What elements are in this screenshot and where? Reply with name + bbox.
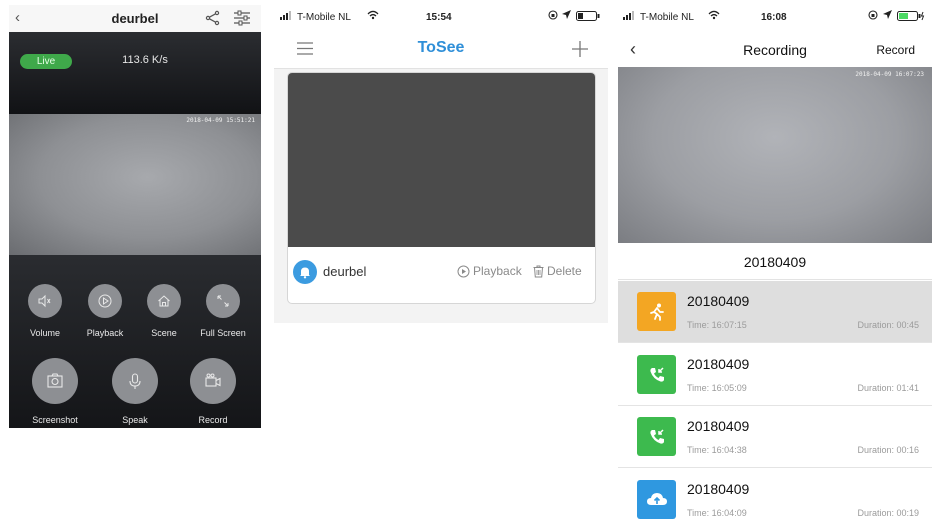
device-title: deurbel: [111, 11, 159, 26]
home-icon: [158, 295, 170, 307]
signal-icon: [623, 11, 637, 23]
screenshot-label: Screenshot: [32, 415, 78, 425]
location-icon: [883, 10, 892, 22]
scene-button[interactable]: [147, 284, 181, 318]
recording-name: 20180409: [687, 293, 750, 309]
device-list-screen: T-Mobile NL 15:54 ToSee deurbel Playback…: [274, 5, 608, 323]
video-timestamp: 2018-04-09 15:51:21: [186, 117, 255, 124]
volume-button[interactable]: [28, 284, 62, 318]
full-screen-button[interactable]: [206, 284, 240, 318]
record-label: Record: [198, 415, 228, 425]
phone-call-icon: [637, 355, 676, 394]
screenshot-button[interactable]: [32, 358, 78, 404]
wifi-icon: [708, 10, 720, 23]
motion-icon: [637, 292, 676, 331]
recording-row[interactable]: 20180409 Time: 16:04:38 Duration: 00:16: [618, 406, 932, 468]
share-icon[interactable]: [205, 10, 221, 31]
add-icon[interactable]: [572, 41, 588, 62]
recording-name: 20180409: [687, 481, 750, 497]
status-bar: T-Mobile NL 15:54: [274, 5, 608, 29]
speak-button[interactable]: [112, 358, 158, 404]
expand-icon: [217, 295, 229, 307]
recording-name: 20180409: [687, 356, 750, 372]
orientation-lock-icon: [868, 10, 878, 23]
clock: 15:54: [426, 12, 452, 23]
clock: 16:08: [761, 12, 787, 23]
recording-name: 20180409: [687, 418, 750, 434]
play-icon: [98, 294, 112, 308]
device-card[interactable]: deurbel Playback Delete: [287, 72, 596, 304]
trash-icon: [533, 265, 544, 277]
live-view-screen: ‹ deurbel Live 113.6 K/s 2018-04-09 15:5…: [9, 5, 261, 428]
bell-icon: [293, 260, 317, 284]
date-header: 20180409: [618, 243, 932, 280]
playback-link-label: Playback: [473, 264, 522, 278]
speaker-icon: [38, 294, 51, 308]
carrier-label: T-Mobile NL: [297, 12, 351, 23]
delete-link-label: Delete: [547, 264, 582, 278]
recording-time: Time: 16:05:09: [687, 383, 747, 393]
playback-button[interactable]: [88, 284, 122, 318]
recording-time: Time: 16:04:38: [687, 445, 747, 455]
video-camera-icon: [205, 373, 221, 387]
recording-duration: Duration: 00:19: [857, 508, 919, 518]
location-icon: [562, 10, 571, 22]
recording-time: Time: 16:04:09: [687, 508, 747, 518]
recording-screen: T-Mobile NL 16:08 ‹ Recording Record 201…: [618, 5, 932, 527]
microphone-icon: [129, 373, 141, 389]
nav-bar: ‹ Recording Record: [618, 29, 932, 69]
nav-bar: ToSee: [274, 29, 608, 69]
battery-charging-icon: [897, 11, 925, 24]
wifi-icon: [367, 10, 379, 23]
settings-sliders-icon[interactable]: [233, 10, 251, 31]
recording-time: Time: 16:07:15: [687, 320, 747, 330]
app-title: ToSee: [417, 39, 465, 56]
device-preview[interactable]: [288, 73, 595, 247]
control-panel: Volume Playback Scene Full Screen Screen…: [9, 255, 261, 428]
recording-duration: Duration: 00:16: [857, 445, 919, 455]
play-circle-icon: [457, 265, 470, 277]
playback-link[interactable]: Playback: [457, 264, 522, 278]
stream-header: Live 113.6 K/s: [9, 32, 261, 114]
battery-icon: [576, 11, 600, 24]
speak-label: Speak: [122, 415, 148, 425]
delete-link[interactable]: Delete: [533, 264, 582, 278]
top-bar: ‹ deurbel: [9, 5, 261, 32]
record-button[interactable]: Record: [876, 43, 915, 57]
live-badge: Live: [20, 54, 72, 69]
date-label: 20180409: [743, 254, 807, 270]
signal-icon: [280, 11, 294, 23]
recording-duration: Duration: 01:41: [857, 383, 919, 393]
orientation-lock-icon: [548, 10, 558, 23]
recording-row[interactable]: 20180409 Time: 16:05:09 Duration: 01:41: [618, 344, 932, 406]
recording-video[interactable]: 2018-04-09 16:07:23: [618, 67, 932, 243]
phone-call-icon: [637, 417, 676, 456]
camera-icon: [47, 373, 63, 388]
live-video[interactable]: 2018-04-09 15:51:21: [9, 114, 261, 255]
recording-row[interactable]: 20180409 Time: 16:04:09 Duration: 00:19: [618, 469, 932, 527]
cloud-upload-icon: [637, 480, 676, 519]
device-name: deurbel: [323, 264, 367, 279]
status-bar: T-Mobile NL 16:08: [618, 5, 932, 29]
record-button[interactable]: [190, 358, 236, 404]
recording-duration: Duration: 00:45: [857, 320, 919, 330]
recording-row[interactable]: 20180409 Time: 16:07:15 Duration: 00:45: [618, 281, 932, 343]
video-timestamp: 2018-04-09 16:07:23: [855, 71, 924, 78]
bitrate-readout: 113.6 K/s: [122, 54, 168, 66]
full-screen-label: Full Screen: [200, 328, 246, 338]
carrier-label: T-Mobile NL: [640, 12, 694, 23]
